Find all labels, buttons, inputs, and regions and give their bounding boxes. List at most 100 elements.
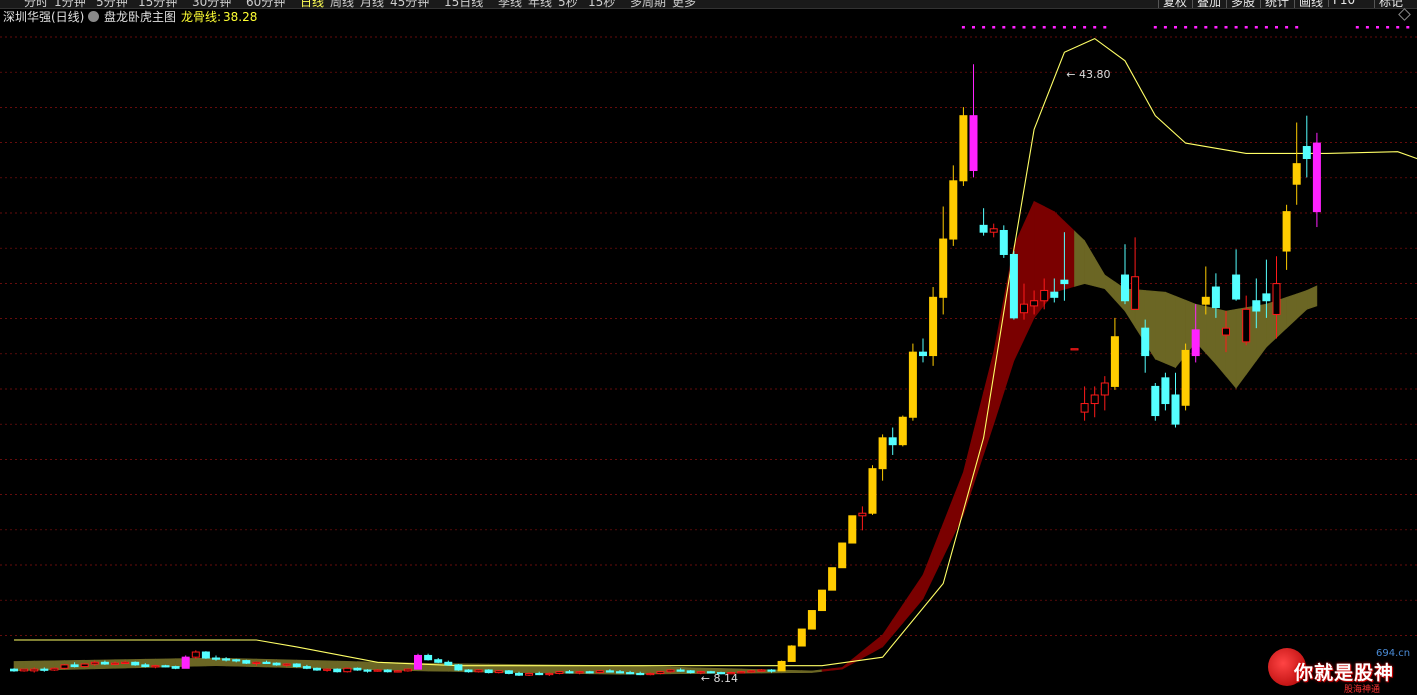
candle-body [131,661,140,666]
candle-body [403,668,412,672]
candle-body [595,670,604,674]
toolbar-button-4[interactable]: 画线 [1294,0,1323,8]
candle [989,223,998,238]
signal-dot [1224,26,1228,29]
period-tab-11[interactable]: 季线 [498,0,522,8]
toolbar-button-3[interactable]: 统计 [1260,0,1289,8]
candle [373,669,382,672]
candle [1090,386,1099,418]
ribbon-segment [922,549,934,600]
period-tab-7[interactable]: 周线 [330,0,354,8]
candle [151,664,160,669]
ribbon-segment [377,661,389,671]
indicator-name[interactable]: 盘龙卧虎主图 [104,9,176,25]
period-tab-16[interactable]: 更多 [672,0,696,8]
candle-body [121,661,130,664]
candle-body [191,651,200,658]
signal-dot [1083,26,1087,29]
candle [272,662,281,666]
period-tab-10[interactable]: 15日线 [444,0,483,8]
period-tab-4[interactable]: 30分钟 [192,0,231,8]
period-tab-12[interactable]: 年线 [528,0,552,8]
candle-body [40,668,49,671]
candle-body [636,672,645,676]
period-tab-0[interactable]: 分时 [24,0,48,8]
candle [434,658,443,664]
candle-body [454,664,463,671]
period-tab-1[interactable]: 1分钟 [54,0,86,8]
signal-dot [1052,26,1056,29]
candle [80,663,89,668]
candle-body [1020,303,1028,314]
period-tab-14[interactable]: 15秒 [588,0,615,8]
ribbon-segment [963,432,974,516]
ribbon-segment [882,618,894,648]
signal-dot [982,26,986,29]
candle [595,670,604,674]
ribbon-segment [791,670,803,674]
candle-body [90,661,99,665]
indicator-settings-icon[interactable] [88,11,99,22]
period-tab-3[interactable]: 15分钟 [138,0,177,8]
toolbar-button-5[interactable]: F10 [1328,0,1355,7]
candle-body [424,654,433,661]
candle-body [1100,382,1109,396]
candle [181,655,190,669]
candle [484,669,493,674]
period-tab-8[interactable]: 月线 [360,0,384,8]
candle-body [686,670,695,674]
candle [504,670,513,675]
candle-body [1060,279,1069,285]
ma-value: 38.28 [223,10,258,24]
candle [1282,204,1291,270]
candle-body [676,669,685,672]
period-tab-15[interactable]: 多周期 [630,0,666,8]
period-tab-9[interactable]: 45分钟 [390,0,429,8]
candle-body [252,661,261,664]
candle-body [999,229,1008,255]
candle-body [828,567,837,591]
candle [555,670,564,675]
candle-body [818,589,826,612]
ribbon-segment [993,298,1005,425]
ribbon-segment [326,660,338,670]
candle [333,668,342,673]
candle-body [1262,293,1271,302]
candle-body [898,416,907,446]
toolbar-button-1[interactable]: 叠加 [1192,0,1221,8]
period-tab-5[interactable]: 60分钟 [246,0,285,8]
candle-body [30,668,39,672]
toolbar-button-6[interactable]: 标记 [1374,0,1403,8]
ribbon-segment [1225,308,1237,389]
signal-dot [1012,26,1016,29]
candle [818,589,826,612]
period-tab-13[interactable]: 5秒 [558,0,578,8]
candle-body [444,661,453,666]
candle-body [212,657,220,660]
toolbar-button-0[interactable]: 复权 [1158,0,1187,8]
toolbar-button-2[interactable]: 多股 [1226,0,1255,8]
ma-label: 龙骨线: [181,10,222,24]
signal-dot [1153,26,1157,29]
candle-body [807,610,816,630]
candle-body [757,669,766,672]
candle-body [908,351,917,418]
period-tab-2[interactable]: 5分钟 [96,0,128,8]
kline-chart[interactable]: ← 43.80 ← 8.14 [0,26,1417,690]
signal-dot [1254,26,1258,29]
signal-dot [1285,26,1289,29]
candle [1242,295,1251,346]
candle-body [181,656,190,669]
candle [888,427,897,455]
ribbon-segment [841,658,853,670]
period-tab-6[interactable]: 日线 [300,0,324,8]
candle-body [585,671,594,674]
ribbon-segment [801,670,813,673]
candle [444,660,453,666]
ribbon-segment [1256,303,1267,362]
candle-body [494,670,503,674]
ribbon-segment [1023,201,1035,340]
candle [353,667,362,671]
candle [414,653,422,670]
candle [858,506,867,531]
